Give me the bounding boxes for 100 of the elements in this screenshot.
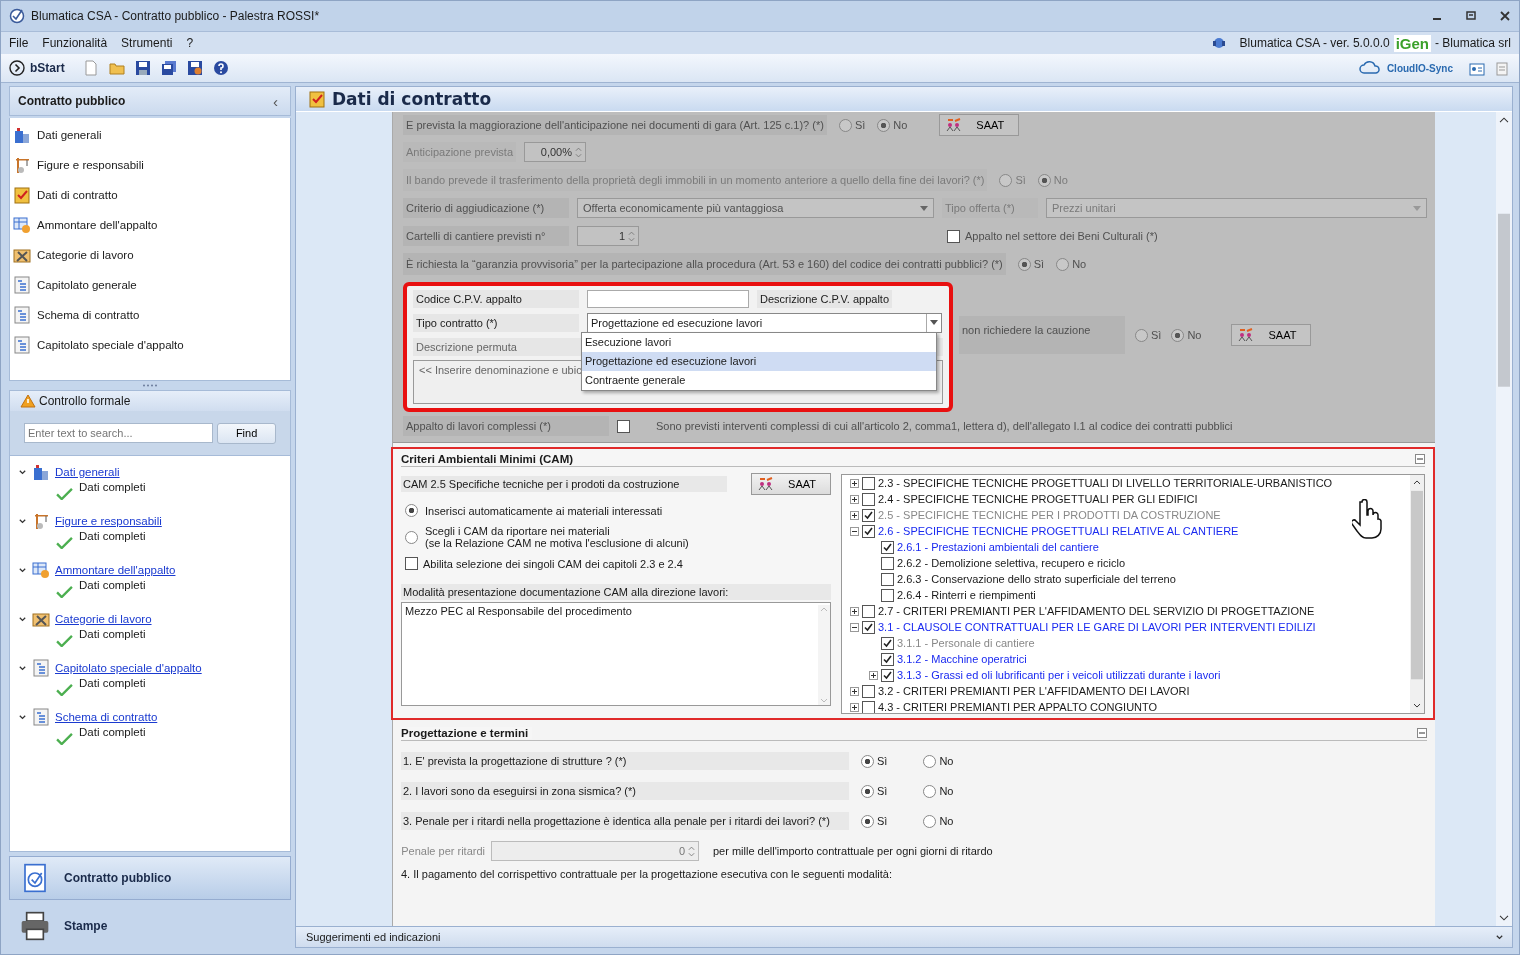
collapse-button[interactable]: ‹ bbox=[273, 92, 278, 110]
checkbox[interactable] bbox=[862, 700, 875, 713]
checkbox[interactable] bbox=[947, 229, 960, 243]
nav-item[interactable]: Capitolato generale bbox=[37, 279, 137, 291]
chevron-down-icon[interactable] bbox=[1495, 932, 1504, 942]
checkbox[interactable] bbox=[881, 588, 894, 602]
tree-item[interactable]: 4.3 - CRITERI PREMIANTI PER APPALTO CONGIUNTO bbox=[878, 701, 1158, 713]
expand-icon[interactable] bbox=[869, 670, 878, 680]
chevron-down-icon[interactable] bbox=[18, 663, 27, 673]
tree-item[interactable]: 2.6.1 - Prestazioni ambientali del cantiere bbox=[897, 541, 1099, 553]
tree-item[interactable]: 3.1 - CLAUSOLE CONTRATTUALI PER LE GARE DI LAVORI PER INTERVENTI EDILIZI bbox=[878, 621, 1316, 633]
radio-button[interactable] bbox=[1017, 257, 1031, 271]
tree-item[interactable]: 2.6.3 - Conservazione dello strato superficiale del terreno bbox=[897, 573, 1176, 585]
dropdown[interactable]: Offerta economicamente più vantaggiosa bbox=[577, 198, 934, 218]
collapse-icon[interactable] bbox=[850, 526, 859, 536]
dropdown-option[interactable]: Progettazione ed esecuzione lavori bbox=[582, 352, 936, 371]
radio-button[interactable] bbox=[877, 118, 891, 132]
section-link[interactable]: Figure e responsabili bbox=[55, 515, 162, 527]
tree-item[interactable]: 3.1.2 - Macchine operatrici bbox=[897, 653, 1027, 665]
saat-button[interactable]: SAAT bbox=[939, 114, 1020, 136]
nav-item[interactable]: Dati di contratto bbox=[37, 189, 118, 201]
radio-button[interactable] bbox=[1056, 257, 1070, 271]
close-icon[interactable] bbox=[1499, 10, 1511, 22]
radio-button[interactable] bbox=[861, 754, 874, 768]
radio-button[interactable] bbox=[405, 504, 418, 517]
chevron-down-icon[interactable] bbox=[18, 467, 27, 477]
checkbox[interactable] bbox=[881, 540, 894, 554]
text-area[interactable]: Mezzo PEC al Responsabile del procedimento bbox=[401, 602, 831, 706]
radio-button[interactable] bbox=[1135, 328, 1148, 342]
tree-item[interactable]: 2.4 - SPECIFICHE TECNICHE PROGETTUALI PER GLI EDIFICI bbox=[878, 493, 1198, 505]
save-icon[interactable] bbox=[134, 60, 151, 76]
section-link[interactable]: Schema di contratto bbox=[55, 711, 158, 723]
scrollbar[interactable] bbox=[1410, 475, 1424, 713]
save-as-icon[interactable] bbox=[186, 60, 203, 76]
expand-icon[interactable] bbox=[850, 494, 859, 504]
radio-button[interactable] bbox=[838, 118, 852, 132]
sync-button[interactable]: CloudIO-Sync bbox=[1351, 59, 1459, 77]
tree-item[interactable]: 2.3 - SPECIFICHE TECNICHE PROGETTUALI DI LIVELLO TERRITORIALE-URBANISTICO bbox=[878, 477, 1333, 489]
checkbox[interactable] bbox=[862, 620, 875, 634]
tree-item[interactable]: 2.7 - CRITERI PREMIANTI PER L'AFFIDAMENTO DEL SERVIZIO DI PROGETTAZIONE bbox=[878, 605, 1315, 617]
nav-item[interactable]: Figure e responsabili bbox=[37, 159, 144, 171]
expand-icon[interactable] bbox=[850, 686, 859, 696]
start-button[interactable]: bStart bbox=[9, 60, 73, 76]
section-link[interactable]: Ammontare dell'appalto bbox=[55, 564, 176, 576]
checkbox[interactable] bbox=[862, 684, 875, 698]
text-field[interactable] bbox=[587, 289, 749, 308]
expand-icon[interactable] bbox=[850, 606, 859, 616]
tree-item[interactable]: 3.2 - CRITERI PREMIANTI PER L'AFFIDAMENTO DEI LAVORI bbox=[878, 685, 1190, 697]
collapse-icon[interactable] bbox=[850, 622, 859, 632]
checkbox[interactable] bbox=[881, 572, 894, 586]
expand-icon[interactable] bbox=[850, 478, 859, 488]
search-field[interactable]: Enter text to search... bbox=[24, 423, 214, 443]
checkbox[interactable] bbox=[881, 668, 894, 682]
nav-item[interactable]: Ammontare dell'appalto bbox=[37, 219, 158, 231]
radio-button[interactable] bbox=[861, 814, 874, 828]
tree-item[interactable]: 3.1.3 - Grassi ed oli lubrificanti per i veicoli utilizzati durante i lavori bbox=[897, 669, 1221, 681]
tree-item[interactable]: 2.6.2 - Demolizione selettiva, recupero e riciclo bbox=[897, 557, 1126, 569]
help-icon[interactable] bbox=[212, 60, 229, 76]
navigation-button[interactable]: Contratto pubblico bbox=[9, 856, 291, 900]
radio-button[interactable] bbox=[405, 530, 418, 544]
radio-button[interactable] bbox=[1171, 328, 1185, 342]
checkbox[interactable] bbox=[617, 419, 630, 433]
dropdown-option[interactable]: Contraente generale bbox=[582, 371, 936, 390]
chevron-down-icon[interactable] bbox=[18, 565, 27, 575]
chevron-down-icon[interactable] bbox=[18, 614, 27, 624]
radio-button[interactable] bbox=[861, 784, 874, 798]
nav-item[interactable]: Schema di contratto bbox=[37, 309, 140, 321]
nav-item[interactable]: Capitolato speciale d'appalto bbox=[37, 339, 184, 351]
section-link[interactable]: Dati generali bbox=[55, 466, 120, 478]
nav-item[interactable]: Categorie di lavoro bbox=[37, 249, 134, 261]
find-button[interactable]: Find bbox=[217, 422, 276, 444]
radio-button[interactable] bbox=[923, 814, 937, 828]
checkbox[interactable] bbox=[862, 524, 875, 538]
chevron-down-icon[interactable] bbox=[18, 516, 27, 526]
contact-card-icon[interactable] bbox=[1469, 60, 1485, 76]
checkbox[interactable] bbox=[881, 652, 894, 666]
navigation-button[interactable]: Stampe bbox=[9, 904, 291, 948]
save-all-icon[interactable] bbox=[160, 60, 177, 76]
menu-item[interactable]: Funzionalità bbox=[42, 36, 108, 50]
checkbox[interactable] bbox=[862, 604, 875, 618]
checkbox[interactable] bbox=[862, 492, 875, 506]
section-link[interactable]: Categorie di lavoro bbox=[55, 613, 152, 625]
tree-item[interactable]: 2.6.4 - Rinterri e riempimenti bbox=[897, 589, 1036, 601]
chevron-down-icon[interactable] bbox=[18, 712, 27, 722]
tree-item[interactable]: 2.6 - SPECIFICHE TECNICHE PROGETTUALI RELATIVE AL CANTIERE bbox=[878, 525, 1239, 537]
checkbox[interactable] bbox=[862, 476, 875, 490]
saat-button[interactable]: SAAT bbox=[751, 473, 831, 495]
number-field[interactable]: 1 bbox=[577, 226, 639, 246]
section-link[interactable]: Capitolato speciale d'appalto bbox=[55, 662, 202, 674]
scrollbar[interactable] bbox=[1496, 112, 1512, 926]
scrollbar[interactable] bbox=[818, 605, 830, 705]
nav-item[interactable]: Dati generali bbox=[37, 129, 102, 141]
dropdown[interactable]: Progettazione ed esecuzione lavori bbox=[587, 312, 942, 333]
menu-item[interactable]: Strumenti bbox=[121, 36, 173, 50]
expand-icon[interactable] bbox=[850, 702, 859, 712]
checkbox[interactable] bbox=[881, 556, 894, 570]
splitter-grip-icon[interactable] bbox=[142, 384, 158, 387]
radio-button[interactable] bbox=[923, 784, 937, 798]
checkbox[interactable] bbox=[405, 557, 418, 570]
menu-item[interactable]: ? bbox=[186, 36, 194, 50]
